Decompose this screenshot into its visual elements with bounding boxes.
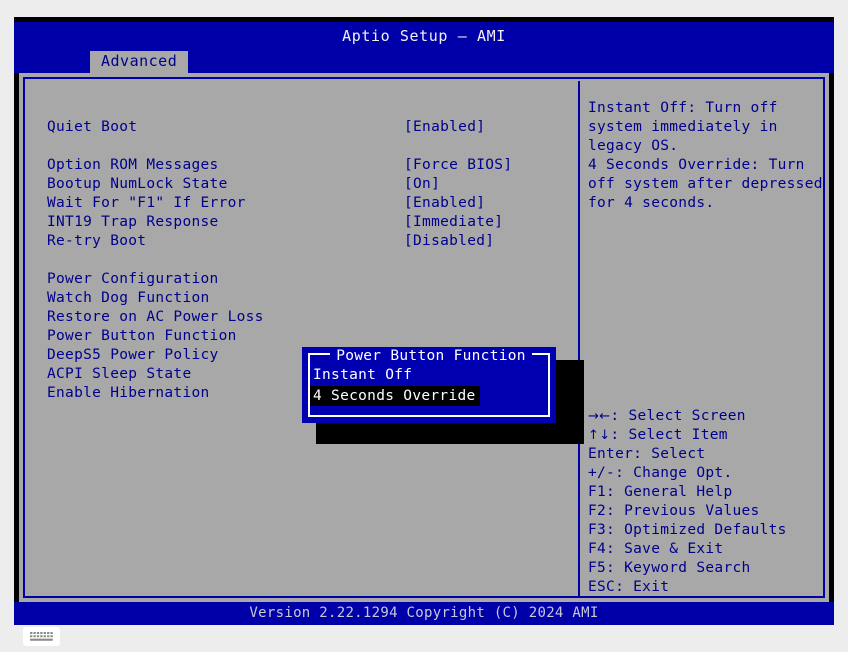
key-legend-select-item: ↑↓: Select Item bbox=[588, 426, 820, 445]
setting-label: Wait For "F1" If Error bbox=[47, 195, 246, 211]
key-legend-f3-optimized-defaults: F3: Optimized Defaults bbox=[588, 521, 820, 540]
key-legend-f1-general-help: F1: General Help bbox=[588, 483, 820, 502]
help-line: off system after depressed bbox=[588, 175, 820, 194]
setting-value: [On] bbox=[404, 176, 440, 192]
setting-value: [Immediate] bbox=[404, 214, 503, 230]
setting-label: Quiet Boot bbox=[47, 119, 137, 135]
arrow-up-down-icon: ↑↓ bbox=[588, 428, 610, 443]
setting-label: Watch Dog Function bbox=[47, 290, 210, 306]
setting-label: Re-try Boot bbox=[47, 233, 146, 249]
setting-label: Power Button Function bbox=[47, 328, 237, 344]
setting-label: Restore on AC Power Loss bbox=[47, 309, 264, 325]
setting-value: [Force BIOS] bbox=[404, 157, 512, 173]
setting-row-wait-for-f1-if-error[interactable]: Wait For "F1" If Error [Enabled] bbox=[47, 195, 567, 214]
setting-value: [Disabled] bbox=[404, 233, 494, 249]
setting-label: Enable Hibernation bbox=[47, 385, 210, 401]
popup-option-list: Instant Off 4 Seconds Override bbox=[310, 365, 540, 406]
setting-value: [Enabled] bbox=[404, 195, 485, 211]
bios-setup-screen: Aptio Setup – AMI Advanced Quiet Boot [E… bbox=[14, 17, 834, 617]
setting-row-option-rom-messages[interactable]: Option ROM Messages [Force BIOS] bbox=[47, 157, 567, 176]
panel-divider bbox=[578, 81, 580, 598]
help-pane: Instant Off: Turn off system immediately… bbox=[588, 99, 820, 213]
setting-row-re-try-boot[interactable]: Re-try Boot [Disabled] bbox=[47, 233, 567, 252]
setting-row-int19-trap-response[interactable]: INT19 Trap Response [Immediate] bbox=[47, 214, 567, 233]
version-text: Version 2.22.1294 Copyright (C) 2024 AMI bbox=[14, 602, 834, 625]
version-bar: Version 2.22.1294 Copyright (C) 2024 AMI bbox=[14, 602, 834, 625]
popup-title: Power Button Function bbox=[310, 345, 552, 364]
setting-label: ACPI Sleep State bbox=[47, 366, 191, 382]
key-legend-select-screen: →←: Select Screen bbox=[588, 407, 820, 426]
key-legend-text: : Select Screen bbox=[610, 408, 745, 424]
key-legend-f5-keyword-search: F5: Keyword Search bbox=[588, 559, 820, 578]
help-line: Instant Off: Turn off bbox=[588, 99, 820, 118]
help-line: legacy OS. bbox=[588, 137, 820, 156]
key-legend-f2-previous-values: F2: Previous Values bbox=[588, 502, 820, 521]
title-bar: Aptio Setup – AMI bbox=[14, 22, 834, 51]
key-legend-text: : Select Item bbox=[610, 427, 727, 443]
key-legend: →←: Select Screen ↑↓: Select Item Enter:… bbox=[588, 407, 820, 597]
section-header-power-configuration: Power Configuration bbox=[47, 271, 567, 290]
popup-title-text: Power Button Function bbox=[330, 348, 532, 364]
setting-label: DeepS5 Power Policy bbox=[47, 347, 219, 363]
setting-label: INT19 Trap Response bbox=[47, 214, 219, 230]
help-line: system immediately in bbox=[588, 118, 820, 137]
window-title: Aptio Setup – AMI bbox=[14, 22, 834, 51]
section-label: Power Configuration bbox=[47, 271, 219, 287]
help-line: 4 Seconds Override: Turn bbox=[588, 156, 820, 175]
tab-advanced[interactable]: Advanced bbox=[90, 51, 188, 73]
keyboard-toggle-button[interactable] bbox=[23, 627, 60, 646]
power-button-function-dialog: Power Button Function Instant Off 4 Seco… bbox=[302, 347, 556, 423]
arrow-left-right-icon: →← bbox=[588, 409, 610, 424]
setting-label: Bootup NumLock State bbox=[47, 176, 228, 192]
menu-tab-bar: Advanced bbox=[14, 51, 834, 73]
popup-option-4-seconds-override[interactable]: 4 Seconds Override bbox=[310, 386, 480, 406]
setting-row-bootup-numlock-state[interactable]: Bootup NumLock State [On] bbox=[47, 176, 567, 195]
setting-label: Option ROM Messages bbox=[47, 157, 219, 173]
setting-row-quiet-boot[interactable]: Quiet Boot [Enabled] bbox=[47, 119, 567, 138]
keyboard-icon bbox=[29, 631, 54, 643]
key-legend-f4-save-exit: F4: Save & Exit bbox=[588, 540, 820, 559]
key-legend-change-opt: +/-: Change Opt. bbox=[588, 464, 820, 483]
key-legend-enter-select: Enter: Select bbox=[588, 445, 820, 464]
content-frame: Quiet Boot [Enabled] Option ROM Messages… bbox=[19, 73, 829, 602]
popup-option-instant-off[interactable]: Instant Off bbox=[310, 365, 540, 385]
setting-row-restore-on-ac-power-loss[interactable]: Restore on AC Power Loss bbox=[47, 309, 567, 328]
content-inner-border: Quiet Boot [Enabled] Option ROM Messages… bbox=[23, 77, 825, 598]
key-legend-esc-exit: ESC: Exit bbox=[588, 578, 820, 597]
setting-value: [Enabled] bbox=[404, 119, 485, 135]
help-line: for 4 seconds. bbox=[588, 194, 820, 213]
setting-row-watch-dog-function[interactable]: Watch Dog Function bbox=[47, 290, 567, 309]
